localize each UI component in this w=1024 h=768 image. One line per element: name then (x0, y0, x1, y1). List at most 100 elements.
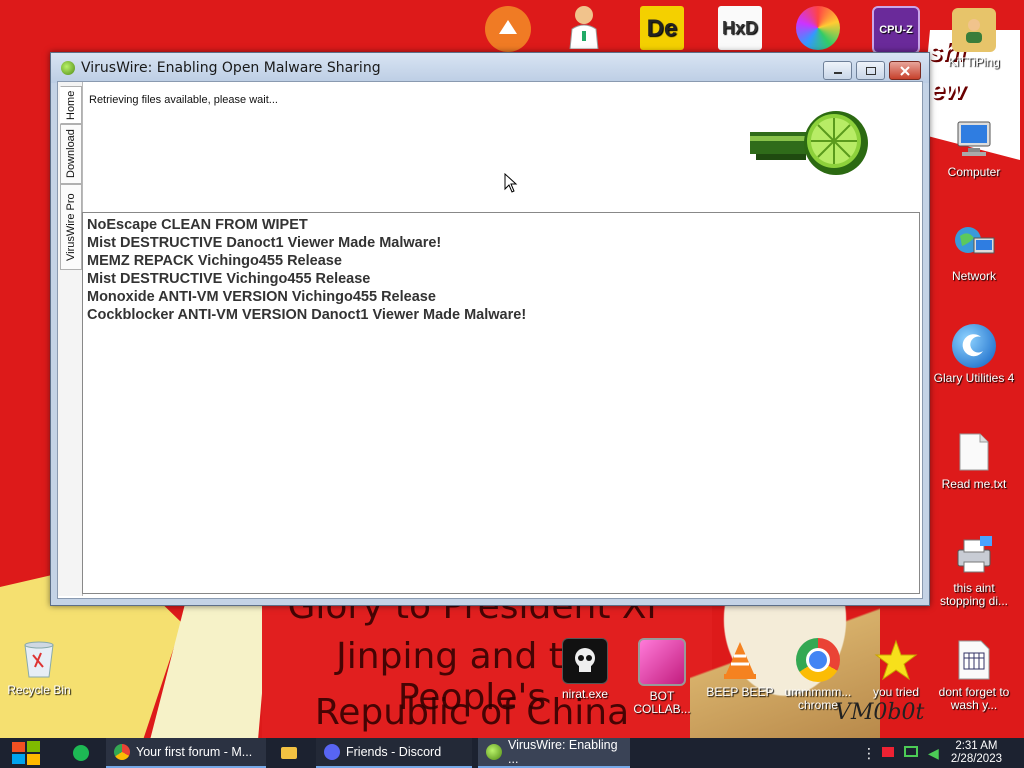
list-item[interactable]: Monoxide ANTI-VM VERSION Vichingo455 Rel… (87, 288, 919, 306)
desktop-icon-bot-collab[interactable]: BOT COLLAB... (620, 638, 704, 716)
taskbar-pinned-app[interactable] (66, 738, 96, 768)
cpuz-icon: CPU-Z (872, 6, 920, 54)
computer-icon (952, 118, 996, 162)
desktop-icon-stopping[interactable]: this aint stopping di... (932, 534, 1016, 608)
system-tray: ⋮ ◀ 2:31 AM 2/28/2023 (824, 738, 1024, 768)
taskbar-clock[interactable]: 2:31 AM 2/28/2023 (951, 740, 1002, 766)
wallpaper-graffiti: ew (930, 74, 965, 104)
desktop-icon-app[interactable] (776, 6, 860, 54)
desktop-icon-de[interactable]: De (620, 6, 704, 54)
close-icon (900, 65, 910, 76)
avast-icon (485, 6, 531, 52)
desktop-icon-cpuz[interactable]: CPU-Z (854, 6, 938, 58)
desktop-icon-label: Glary Utilities 4 (933, 371, 1015, 385)
viruswire-icon (486, 744, 502, 760)
user-folder-icon (952, 8, 996, 52)
desktop-icon-chrome[interactable]: ummmmm... chrome (776, 638, 860, 712)
window-title: VirusWire: Enabling Open Malware Sharing (81, 60, 381, 76)
close-button[interactable] (889, 61, 921, 80)
tab-home[interactable]: Home (60, 86, 82, 124)
desktop-icon-label: ummmmm... chrome (784, 685, 852, 712)
minimize-button[interactable] (823, 61, 852, 80)
chrome-icon (114, 744, 130, 760)
desktop-icon-label: Computer (947, 165, 1001, 179)
monitor-icon (638, 638, 686, 686)
restore-icon (865, 66, 876, 75)
desktop-icon-avast[interactable] (466, 6, 550, 56)
list-item[interactable]: Mist DESTRUCTIVE Vichingo455 Release (87, 270, 919, 288)
mouse-cursor-icon (504, 173, 518, 193)
taskbar-item-viruswire[interactable]: VirusWire: Enabling ... (478, 738, 630, 768)
taskbar-item-label: Your first forum - M... (136, 745, 253, 759)
desktop-icon-nirat[interactable]: nirat.exe (543, 638, 627, 701)
desktop-icon-label: dont forget to wash y... (938, 685, 1010, 712)
file-list[interactable]: NoEscape CLEAN FROM WIPET Mist DESTRUCTI… (82, 212, 920, 594)
desktop-icon-wash[interactable]: dont forget to wash y... (932, 638, 1016, 712)
viruswire-window[interactable]: VirusWire: Enabling Open Malware Sharing… (50, 52, 930, 606)
desktop-icon-you-tried[interactable]: you tried (854, 638, 938, 699)
desktop-icon-readme[interactable]: Read me.txt (932, 430, 1016, 491)
de-icon: De (640, 6, 684, 50)
hxd-icon: HxD (718, 6, 762, 50)
viruswire-logo-icon (750, 111, 868, 175)
taskbar-item-chrome[interactable]: Your first forum - M... (106, 738, 266, 768)
network-icon (952, 222, 996, 266)
desktop-icon-label: you tried (872, 685, 920, 699)
clock-date: 2/28/2023 (950, 753, 1002, 765)
desktop-icon-label: this aint stopping di... (939, 581, 1009, 608)
desktop-icon-doctor[interactable] (542, 4, 626, 52)
tab-download[interactable]: Download (60, 124, 82, 184)
star-icon (874, 638, 918, 682)
window-client-area: Home Download VirusWire Pro Retrieving f… (57, 81, 923, 599)
color-wheel-icon (796, 6, 840, 50)
calendar-file-icon (952, 638, 996, 682)
desktop-icon-computer[interactable]: Computer (932, 118, 1016, 179)
skull-icon (562, 638, 608, 684)
desktop-icon-label: Read me.txt (941, 477, 1007, 491)
clock-time: 2:31 AM (955, 740, 998, 752)
desktop-icon-beep-beep[interactable]: BEEP BEEP (698, 638, 782, 699)
desktop-icon-kittiping[interactable]: KiTTiPing (932, 8, 1016, 69)
text-file-icon (952, 430, 996, 474)
taskbar-item-label: VirusWire: Enabling ... (508, 738, 618, 766)
desktop-icon-glary[interactable]: Glary Utilities 4 (932, 324, 1016, 385)
taskbar-item-discord[interactable]: Friends - Discord (316, 738, 472, 768)
desktop-icon-label: KiTTiPing (948, 55, 1000, 69)
maximize-button[interactable] (856, 61, 885, 80)
taskbar-file-explorer[interactable] (274, 738, 304, 768)
desktop-icon-label: Recycle Bin (7, 683, 71, 697)
status-message: Retrieving files available, please wait.… (89, 94, 278, 106)
desktop-icon-label: BEEP BEEP (706, 685, 774, 699)
tab-viruswire-pro[interactable]: VirusWire Pro (60, 184, 82, 270)
doctor-icon (562, 4, 606, 49)
volume-icon[interactable]: ◀ (928, 745, 939, 762)
start-button[interactable] (0, 738, 52, 768)
desktop-icon-hxd[interactable]: HxD (698, 6, 782, 54)
desktop-icon-label: BOT COLLAB... (633, 689, 691, 716)
glary-icon (952, 324, 996, 368)
list-item[interactable]: NoEscape CLEAN FROM WIPET (87, 216, 919, 234)
desktop-icon-network[interactable]: Network (932, 222, 1016, 283)
vertical-tab-strip: Home Download VirusWire Pro (58, 82, 83, 596)
vlc-icon (718, 638, 762, 682)
flag-icon[interactable] (882, 747, 894, 757)
chrome-icon (796, 638, 840, 682)
list-item[interactable]: Mist DESTRUCTIVE Danoct1 Viewer Made Mal… (87, 234, 919, 252)
desktop-icon-recycle-bin[interactable]: Recycle Bin (0, 636, 81, 697)
app-icon (61, 61, 75, 75)
overflow-icon[interactable]: ⋮ (862, 746, 876, 760)
windows-logo-icon (12, 741, 40, 765)
recycle-bin-icon (17, 636, 61, 680)
taskbar: Your first forum - M... Friends - Discor… (0, 738, 1024, 768)
discord-icon (324, 744, 340, 760)
taskbar-item-label: Friends - Discord (346, 745, 442, 759)
list-item[interactable]: MEMZ REPACK Vichingo455 Release (87, 252, 919, 270)
desktop-icon-label: nirat.exe (561, 687, 609, 701)
folder-icon (281, 747, 297, 759)
list-item[interactable]: Cockblocker ANTI-VM VERSION Danoct1 View… (87, 306, 919, 324)
desktop-icon-label: Network (951, 269, 996, 283)
printer-icon (952, 534, 996, 578)
network-tray-icon[interactable] (904, 746, 918, 757)
spotify-icon (73, 745, 89, 761)
window-titlebar[interactable]: VirusWire: Enabling Open Malware Sharing (51, 53, 929, 83)
